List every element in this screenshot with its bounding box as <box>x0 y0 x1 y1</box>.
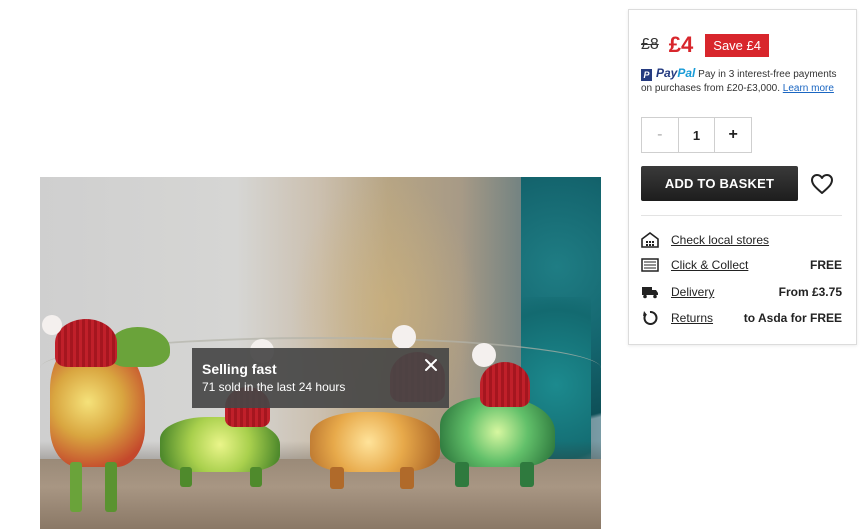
store-icon <box>641 231 659 249</box>
heart-icon[interactable] <box>810 173 834 195</box>
truck-icon-svg <box>642 287 658 299</box>
service-label[interactable]: Returns <box>671 311 744 325</box>
paypal-logo-pal: Pal <box>677 66 696 80</box>
service-row-check-stores[interactable]: Check local stores <box>641 230 842 250</box>
returns-icon-svg <box>643 311 658 325</box>
paypal-logo: PayPal <box>656 66 695 80</box>
dino-figure <box>440 397 555 467</box>
store-icon-svg <box>641 232 659 248</box>
heart-icon-svg <box>811 174 833 194</box>
service-label[interactable]: Delivery <box>671 285 779 299</box>
dino-leg <box>105 462 117 512</box>
purchase-panel: £8 £4 Save £4 P PayPal Pay in 3 interest-… <box>628 9 857 345</box>
dino-hat-pompom <box>42 315 62 335</box>
dino-hat-pompom <box>472 343 496 367</box>
divider <box>641 215 842 216</box>
toast-subtitle: 71 sold in the last 24 hours <box>202 380 346 394</box>
service-label[interactable]: Check local stores <box>671 233 842 247</box>
click-collect-icon <box>641 256 659 274</box>
service-label[interactable]: Click & Collect <box>671 258 810 272</box>
dino-leg <box>330 467 344 489</box>
dino-hat <box>480 362 530 407</box>
paypal-logo-pay: Pay <box>656 66 678 80</box>
dino-leg <box>70 462 82 512</box>
dino-leg <box>180 467 192 487</box>
truck-icon <box>641 283 659 301</box>
save-badge: Save £4 <box>705 33 769 57</box>
dino-figure <box>310 412 440 472</box>
returns-icon <box>641 309 659 327</box>
add-to-basket-button[interactable]: ADD TO BASKET <box>641 166 798 201</box>
dino-hat-pompom <box>392 325 416 349</box>
quantity-stepper: - 1 + <box>641 117 752 153</box>
quantity-increase-button[interactable]: + <box>715 118 751 152</box>
service-value: From £3.75 <box>778 285 842 299</box>
service-row-click-collect[interactable]: Click & Collect FREE <box>641 255 842 275</box>
current-price: £4 <box>668 32 694 57</box>
dino-hat <box>55 319 117 367</box>
dino-leg <box>400 467 414 489</box>
toast-title: Selling fast <box>202 361 277 377</box>
quantity-decrease-button[interactable]: - <box>642 118 678 152</box>
service-value: to Asda for FREE <box>743 311 842 325</box>
quantity-input[interactable]: 1 <box>677 118 716 152</box>
close-icon[interactable] <box>422 356 440 374</box>
dino-leg <box>250 467 262 487</box>
click-collect-icon-svg <box>641 258 659 272</box>
service-row-delivery[interactable]: Delivery From £3.75 <box>641 282 842 302</box>
learn-more-link[interactable]: Learn more <box>783 83 834 94</box>
price-row: £8 £4 Save £4 <box>641 32 769 58</box>
close-icon-svg <box>425 359 437 371</box>
dino-leg <box>520 462 534 487</box>
image-shelf <box>40 459 601 529</box>
dino-figure <box>110 327 170 367</box>
service-value: FREE <box>809 258 842 272</box>
paypal-mark-icon: P <box>641 69 652 81</box>
dino-leg <box>455 462 469 487</box>
selling-fast-toast: Selling fast 71 sold in the last 24 hour… <box>192 348 449 408</box>
service-row-returns[interactable]: Returns to Asda for FREE <box>641 308 842 328</box>
old-price: £8 <box>641 36 659 53</box>
paypal-message: P PayPal Pay in 3 interest-free payments … <box>641 66 849 96</box>
